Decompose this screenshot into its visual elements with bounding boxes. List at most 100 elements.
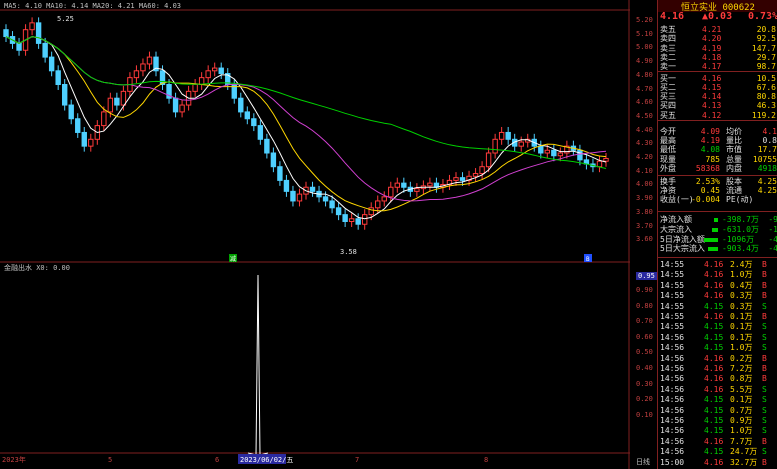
tick-row[interactable]: 14:56 4.15 0.9万 S: [658, 416, 777, 425]
bid-row[interactable]: 买一 4.16 10.5: [660, 74, 777, 83]
tick-row[interactable]: 14:55 4.16 0.1万 B: [658, 312, 777, 321]
candle-body: [348, 218, 355, 222]
kline-chart[interactable]: MA5: 4.10 MA10: 4.14 MA20: 4.21 MA60: 4.…: [0, 0, 630, 469]
max-price-label: 5.25: [57, 15, 74, 23]
tick-row[interactable]: 14:55 4.16 1.0万 B: [658, 270, 777, 279]
tick-row[interactable]: 14:55 4.16 2.4万 B: [658, 260, 777, 269]
stat-label: 今开: [660, 127, 676, 136]
book-label: 卖五: [660, 25, 676, 34]
tick-volume: 24.7万: [730, 447, 758, 457]
candle-body: [375, 200, 381, 209]
tick-row[interactable]: 14:55 4.15 0.1万 S: [658, 322, 777, 331]
ask-row[interactable]: 卖二 4.18 29.7: [660, 53, 777, 62]
tick-row[interactable]: 15:00 4.16 32.7万 B: [658, 458, 777, 467]
candle-body: [361, 214, 368, 225]
stat-value-2: 4.25: [757, 177, 777, 186]
candle-body: [603, 157, 609, 162]
tick-price: 4.15: [704, 395, 724, 405]
candle-body: [485, 152, 492, 168]
ask-row[interactable]: 卖一 4.17 98.7: [660, 62, 777, 71]
tick-price: 4.16: [704, 312, 724, 321]
price-axis-label: 4.50: [636, 111, 653, 120]
tick-price: 4.15: [704, 343, 724, 353]
tick-row[interactable]: 14:56 4.15 1.0万 S: [658, 343, 777, 352]
tick-row[interactable]: 14:56 4.15 1.0万 S: [658, 426, 777, 435]
stat-label: 净资: [660, 186, 676, 196]
ask-row[interactable]: 卖五 4.21 20.8: [660, 25, 777, 34]
tick-row[interactable]: 14:55 4.15 0.3万 S: [658, 302, 777, 311]
tick-time: 14:56: [660, 405, 685, 415]
tick-row[interactable]: 14:56 4.16 0.2万 B: [658, 354, 777, 363]
tick-row[interactable]: 14:56 4.15 0.7万 S: [658, 406, 777, 415]
ask-row[interactable]: 卖四 4.20 92.5: [660, 34, 777, 43]
ask-row[interactable]: 卖三 4.19 147.7: [660, 44, 777, 53]
tick-time: 14:56: [660, 374, 685, 384]
bid-row[interactable]: 买三 4.14 80.8: [660, 92, 777, 101]
tick-row[interactable]: 14:55 4.16 0.3万 B: [658, 291, 777, 300]
stat-value-2: 0.8: [762, 136, 777, 146]
bid-row[interactable]: 买四 4.13 46.3: [660, 101, 777, 110]
candle-body: [505, 131, 511, 140]
bid-row[interactable]: 买五 4.12 119.2: [660, 111, 777, 120]
tick-row[interactable]: 14:56 4.15 0.1万 S: [658, 333, 777, 342]
indicator-axis-label: 0.50: [636, 348, 653, 357]
price-change: ▲0.03: [702, 11, 733, 22]
candle-body: [179, 104, 185, 113]
tick-row[interactable]: 14:56 4.16 5.5万 S: [658, 385, 777, 394]
price-axis-label: 3.90: [636, 194, 653, 203]
tick-price: 4.15: [704, 332, 724, 342]
tick-row[interactable]: 14:56 4.16 7.2万 B: [658, 364, 777, 373]
price-axis-label: 3.60: [636, 235, 653, 244]
flows-divider: [658, 257, 777, 258]
candle-body: [459, 177, 466, 181]
flow-row: 净流入额 -398.7万 -9: [660, 215, 777, 224]
candle-body: [596, 160, 603, 168]
stat-label-2: 流通: [726, 186, 742, 196]
candle-body: [492, 138, 498, 154]
book-label: 卖一: [660, 62, 676, 72]
stat-value: 4.08: [700, 145, 720, 155]
indicator-axis-label: 0.60: [636, 332, 653, 341]
tab-dayline[interactable]: 日线: [636, 457, 650, 467]
tick-price: 4.16: [704, 384, 724, 394]
candle-body: [61, 84, 68, 106]
stat-value-2: 4.1: [762, 127, 777, 136]
sub-axis-top-box: 0.95: [636, 272, 657, 280]
candle-body: [257, 125, 264, 140]
book-price: 4.20: [702, 34, 722, 44]
book-price: 4.18: [702, 52, 722, 62]
tick-volume: 5.5万: [730, 384, 753, 394]
tick-row[interactable]: 14:56 4.15 0.1万 S: [658, 395, 777, 404]
date-cursor-label: 2023/06/02/五: [240, 456, 293, 464]
candle-body: [120, 90, 127, 106]
tick-row[interactable]: 14:56 4.15 24.7万 S: [658, 447, 777, 456]
tick-row[interactable]: 14:56 4.16 7.7万 B: [658, 437, 777, 446]
candle-body: [218, 67, 224, 75]
tick-price: 4.16: [704, 291, 724, 301]
book-price: 4.16: [702, 73, 722, 83]
tick-price: 4.16: [704, 374, 724, 384]
candle-body: [172, 97, 179, 113]
stat-label-2: 股本: [726, 177, 742, 186]
tick-side: B: [762, 260, 767, 269]
candle-body: [381, 196, 387, 202]
candle-body: [211, 67, 218, 72]
candle-body: [414, 188, 420, 192]
price-axis-label: 3.80: [636, 207, 653, 216]
tick-volume: 0.3万: [730, 301, 753, 311]
book-price: 4.19: [702, 43, 722, 53]
candle-body: [264, 138, 270, 154]
stats-row: 收益(一) -0.004 PE(动): [660, 195, 777, 204]
tick-row[interactable]: 14:55 4.16 0.4万 B: [658, 281, 777, 290]
book-volume: 80.8: [756, 92, 776, 102]
candle-body: [401, 182, 407, 188]
xaxis-label-2: 6: [215, 456, 219, 464]
last-price: 4.16: [660, 11, 685, 22]
bid-row[interactable]: 买二 4.15 67.6: [660, 83, 777, 92]
tick-volume: 32.7万: [730, 457, 758, 467]
tick-price: 4.16: [704, 364, 724, 373]
indicator-axis-label: 0.40: [636, 364, 653, 372]
flow-value: -398.7万: [722, 215, 759, 224]
tick-row[interactable]: 14:56 4.16 0.8万 B: [658, 374, 777, 383]
tick-volume: 0.1万: [730, 322, 753, 332]
